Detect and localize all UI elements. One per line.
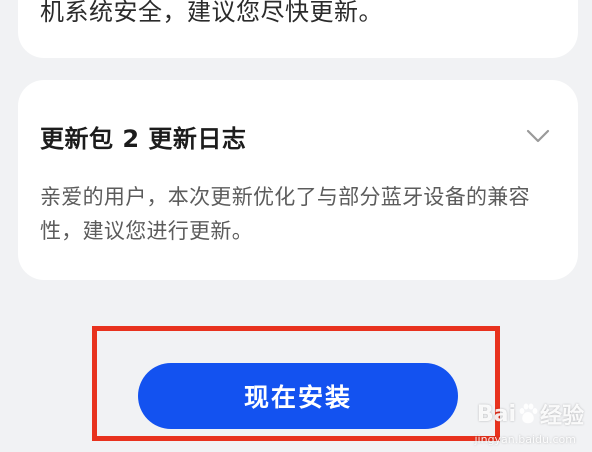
watermark-brand-right: 经验: [539, 404, 584, 429]
paw-icon: [518, 403, 538, 425]
chevron-down-icon[interactable]: [526, 124, 550, 148]
update-screen: 机系统安全，建议您尽快更新。 更新包 2 更新日志 亲爱的用户，本次更新优化了与…: [0, 0, 592, 452]
changelog-title: 更新包 2 更新日志: [40, 124, 247, 153]
previous-card-text: 机系统安全，建议您尽快更新。: [40, 0, 383, 26]
changelog-description: 亲爱的用户，本次更新优化了与部分蓝牙设备的兼容性，建议您进行更新。: [40, 185, 530, 243]
changelog-card[interactable]: 更新包 2 更新日志 亲爱的用户，本次更新优化了与部分蓝牙设备的兼容性，建议您进…: [18, 80, 578, 280]
watermark-brand-left: Bai: [476, 401, 516, 427]
previous-info-card: 机系统安全，建议您尽快更新。: [18, 0, 578, 58]
changelog-header[interactable]: 更新包 2 更新日志: [40, 116, 556, 156]
install-now-button[interactable]: 现在安装: [138, 363, 458, 429]
watermark-url: jingyan.baidu.com: [474, 433, 576, 446]
baidu-watermark: Bai 经验: [477, 398, 584, 430]
